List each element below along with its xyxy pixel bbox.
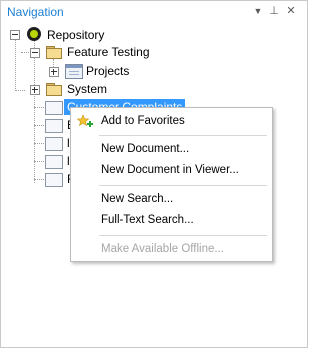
tree-line [34, 107, 44, 108]
folder-icon [46, 83, 62, 96]
pin-icon[interactable]: ⊥ [267, 4, 281, 18]
menu-item-add-to-favorites[interactable]: Add to Favorites [101, 115, 185, 127]
document-icon [45, 119, 63, 133]
menu-item-new-search[interactable]: New Search... [101, 193, 173, 205]
tree-node-repository[interactable]: Repository [47, 28, 104, 42]
panel-titlebar: Navigation ▼ ⊥ ✕ [1, 1, 307, 23]
expand-toggle-projects[interactable] [49, 67, 59, 77]
folder-icon [46, 46, 62, 59]
menu-item-new-document-in-viewer[interactable]: New Document in Viewer... [101, 164, 239, 176]
tree-line [34, 57, 35, 183]
repository-icon [27, 27, 41, 41]
document-icon [45, 101, 63, 115]
document-icon [45, 173, 63, 187]
document-icon [45, 155, 63, 169]
tree-line [34, 125, 44, 126]
menu-item-new-document[interactable]: New Document... [101, 143, 189, 155]
tree-line [34, 143, 44, 144]
menu-item-make-available-offline: Make Available Offline... [101, 243, 224, 255]
tree-line [15, 90, 25, 91]
tree-node-feature-testing[interactable]: Feature Testing [67, 45, 150, 59]
tree-line [34, 161, 44, 162]
menu-separator [99, 185, 267, 186]
dropdown-icon[interactable]: ▼ [251, 4, 265, 18]
document-icon [65, 64, 83, 79]
tree-line [15, 39, 16, 91]
menu-separator [99, 135, 267, 136]
context-menu: Add to Favorites New Document... New Doc… [70, 107, 273, 262]
menu-item-full-text-search[interactable]: Full-Text Search... [101, 214, 194, 226]
tree-line [34, 179, 44, 180]
tree-node-projects[interactable]: Projects [86, 64, 129, 78]
add-favorite-star-icon [77, 114, 93, 127]
collapse-toggle-feature-testing[interactable] [30, 48, 40, 58]
tree-node-system[interactable]: System [67, 82, 107, 96]
expand-toggle-system[interactable] [30, 85, 40, 95]
collapse-toggle-repository[interactable] [10, 30, 20, 40]
menu-separator [99, 235, 267, 236]
close-icon[interactable]: ✕ [284, 4, 298, 18]
panel-title: Navigation [7, 5, 64, 19]
document-icon [45, 137, 63, 151]
